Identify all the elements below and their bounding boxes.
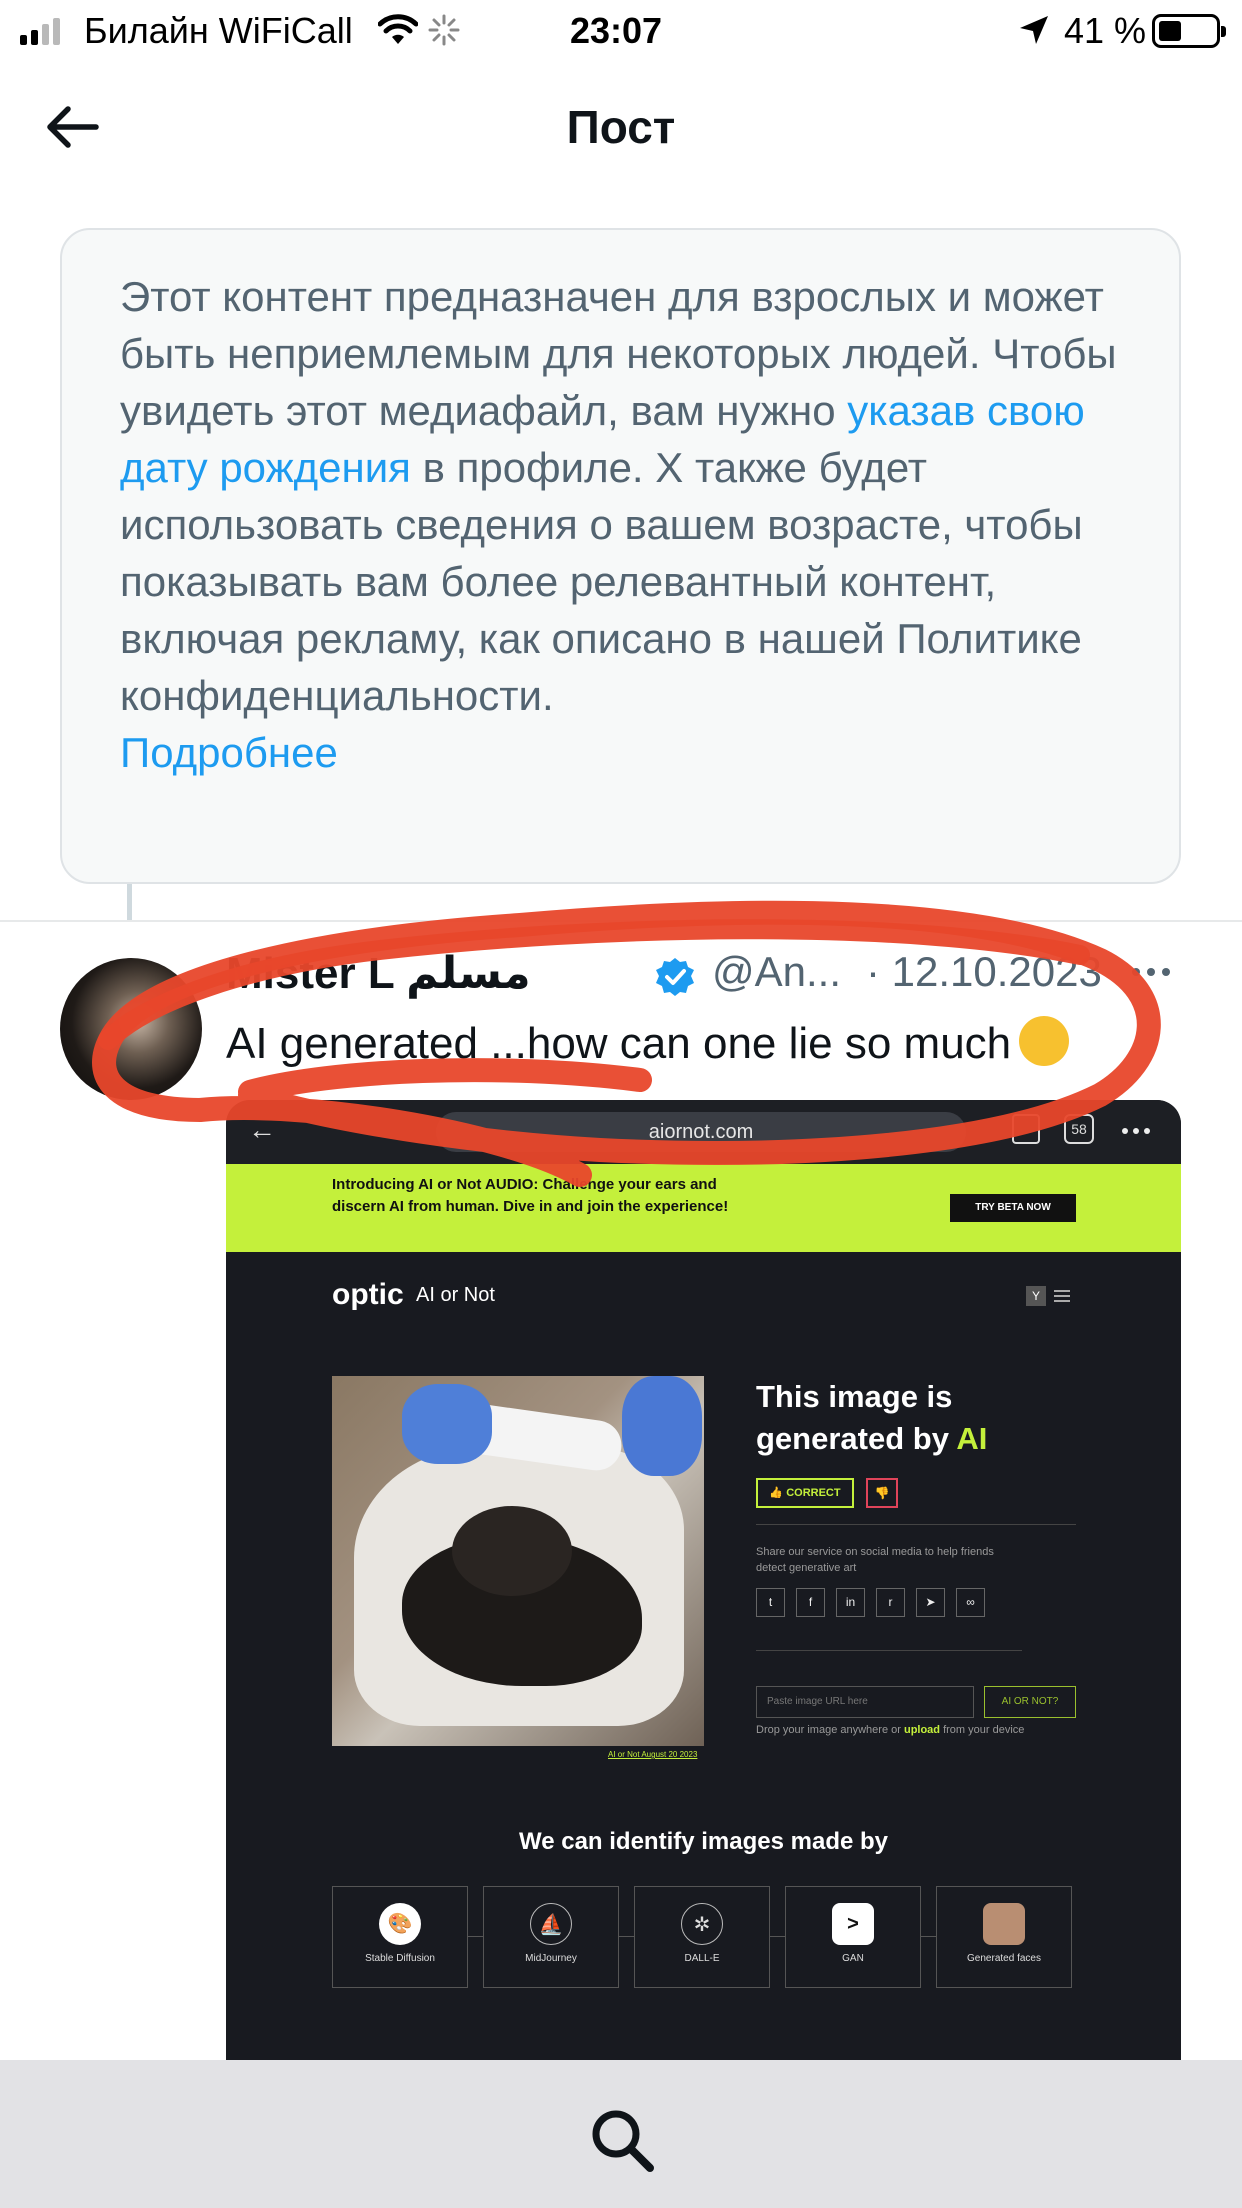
drop-text-end: from your device <box>940 1724 1025 1736</box>
browser-share-icon <box>1012 1114 1040 1144</box>
thumbs-down-icon: 👎 <box>866 1478 898 1508</box>
social-share-icons: t f in r ➤ ∞ <box>756 1588 985 1617</box>
drop-text-start: Drop your image anywhere or <box>756 1724 904 1736</box>
optic-logo: optic <box>332 1278 404 1311</box>
search-icon <box>592 2110 654 2172</box>
browser-tabs-count: 58 <box>1064 1114 1094 1144</box>
promo-banner-text: Introducing AI or Not AUDIO: Challenge y… <box>332 1176 729 1215</box>
tweet-media-image[interactable]: ← aiornot.com 58 Introducing AI or Not A… <box>226 1100 1181 2060</box>
divider <box>756 1650 1022 1651</box>
browser-toolbar: ← aiornot.com 58 <box>226 1100 1181 1164</box>
generator-row: 🎨 Stable Diffusion ⛵ MidJourney ✲ DALL-E… <box>332 1886 1072 1988</box>
clock: 23:07 <box>570 10 663 51</box>
more-options-icon[interactable] <box>1132 968 1170 976</box>
tweet-date: · 12.10.2023 <box>866 948 1102 995</box>
sailboat-icon: ⛵ <box>530 1903 572 1945</box>
twitter-icon: t <box>756 1588 785 1617</box>
generator-gan: > GAN <box>785 1886 921 1988</box>
cell-signal-icon <box>20 18 60 45</box>
drop-text: Drop your image anywhere or upload from … <box>756 1724 1024 1736</box>
logo-subtitle: AI or Not <box>416 1284 495 1306</box>
warning-text: Этот контент предназначен для взрослых и… <box>120 268 1121 781</box>
divider <box>756 1524 1076 1525</box>
image-url-input: Paste image URL here <box>756 1686 974 1718</box>
link-icon: ∞ <box>956 1588 985 1617</box>
openai-icon: ✲ <box>681 1903 723 1945</box>
hamburger-icon <box>1054 1290 1070 1302</box>
upload-link: upload <box>903 1724 941 1736</box>
try-beta-button: TRY BETA NOW <box>950 1194 1076 1222</box>
divider <box>0 920 1242 922</box>
identify-title: We can identify images made by <box>518 1828 888 1855</box>
generator-generated-faces: Generated faces <box>936 1886 1072 1988</box>
share-text: Share our service on social media to hel… <box>756 1546 994 1574</box>
author-handle[interactable]: @An... <box>712 948 841 996</box>
battery-icon <box>1152 14 1226 48</box>
generator-stable-diffusion: 🎨 Stable Diffusion <box>332 1886 468 1988</box>
page-title: Пост <box>566 101 676 153</box>
browser-back-icon: ← <box>248 1114 276 1145</box>
avatar[interactable] <box>60 958 202 1100</box>
tweet-text: AI generated ...how can one lie so much <box>226 1016 1070 1069</box>
ai-or-not-button: AI OR NOT? <box>984 1686 1076 1718</box>
analyzed-photo <box>332 1376 704 1746</box>
battery-percent: 41 % <box>1064 10 1147 51</box>
laughing-emoji-icon <box>1019 1016 1070 1066</box>
result-ai: AI <box>956 1421 988 1456</box>
wifi-icon <box>377 14 419 51</box>
tweet-header: Mister L مسلم @An... · 12.10.2023 <box>226 946 1186 1006</box>
tweet-text-content: AI generated ...how can one lie so much <box>226 1019 1012 1068</box>
generator-label: Stable Diffusion <box>365 1953 435 1964</box>
photo-caption: AI or Not August 20 2023 <box>608 1750 698 1759</box>
correct-label: CORRECT <box>786 1487 841 1499</box>
terminal-icon: > <box>832 1903 874 1945</box>
learn-more-link[interactable]: Подробнее <box>120 729 338 776</box>
result-title: This image is generated by AI <box>756 1376 1076 1460</box>
sensitive-content-warning: Этот контент предназначен для взрослых и… <box>60 228 1181 884</box>
bottom-bar <box>0 2060 1242 2208</box>
verified-badge-icon <box>654 956 696 1003</box>
search-button[interactable] <box>586 2104 658 2176</box>
palette-icon: 🎨 <box>379 1903 421 1945</box>
browser-url-bar: aiornot.com <box>436 1112 966 1152</box>
promo-banner: Introducing AI or Not AUDIO: Challenge y… <box>226 1164 1181 1252</box>
telegram-icon: ➤ <box>916 1588 945 1617</box>
correct-button: 👍 CORRECT <box>756 1478 854 1508</box>
carrier-name: Билайн WiFiCall <box>84 10 353 51</box>
nav-header: Пост <box>0 62 1242 192</box>
site-menu: Y <box>1026 1286 1070 1306</box>
generator-dall-e: ✲ DALL-E <box>634 1886 770 1988</box>
menu-badge: Y <box>1026 1286 1046 1306</box>
face-icon <box>983 1903 1025 1945</box>
linkedin-icon: in <box>836 1588 865 1617</box>
generator-label: GAN <box>842 1953 864 1964</box>
reddit-icon: r <box>876 1588 905 1617</box>
thread-line <box>127 884 132 920</box>
author-name[interactable]: Mister L مسلم <box>226 948 531 999</box>
status-bar: Билайн WiFiCall 23:07 41 % <box>0 0 1242 62</box>
facebook-icon: f <box>796 1588 825 1617</box>
generator-label: MidJourney <box>525 1953 577 1964</box>
generator-midjourney: ⛵ MidJourney <box>483 1886 619 1988</box>
generator-label: Generated faces <box>967 1953 1041 1964</box>
loading-spinner-icon <box>428 14 460 51</box>
browser-menu-icon <box>1122 1128 1150 1134</box>
location-arrow-icon <box>1018 14 1050 51</box>
result-title-text: This image is generated by <box>756 1379 953 1456</box>
generator-label: DALL-E <box>684 1953 720 1964</box>
